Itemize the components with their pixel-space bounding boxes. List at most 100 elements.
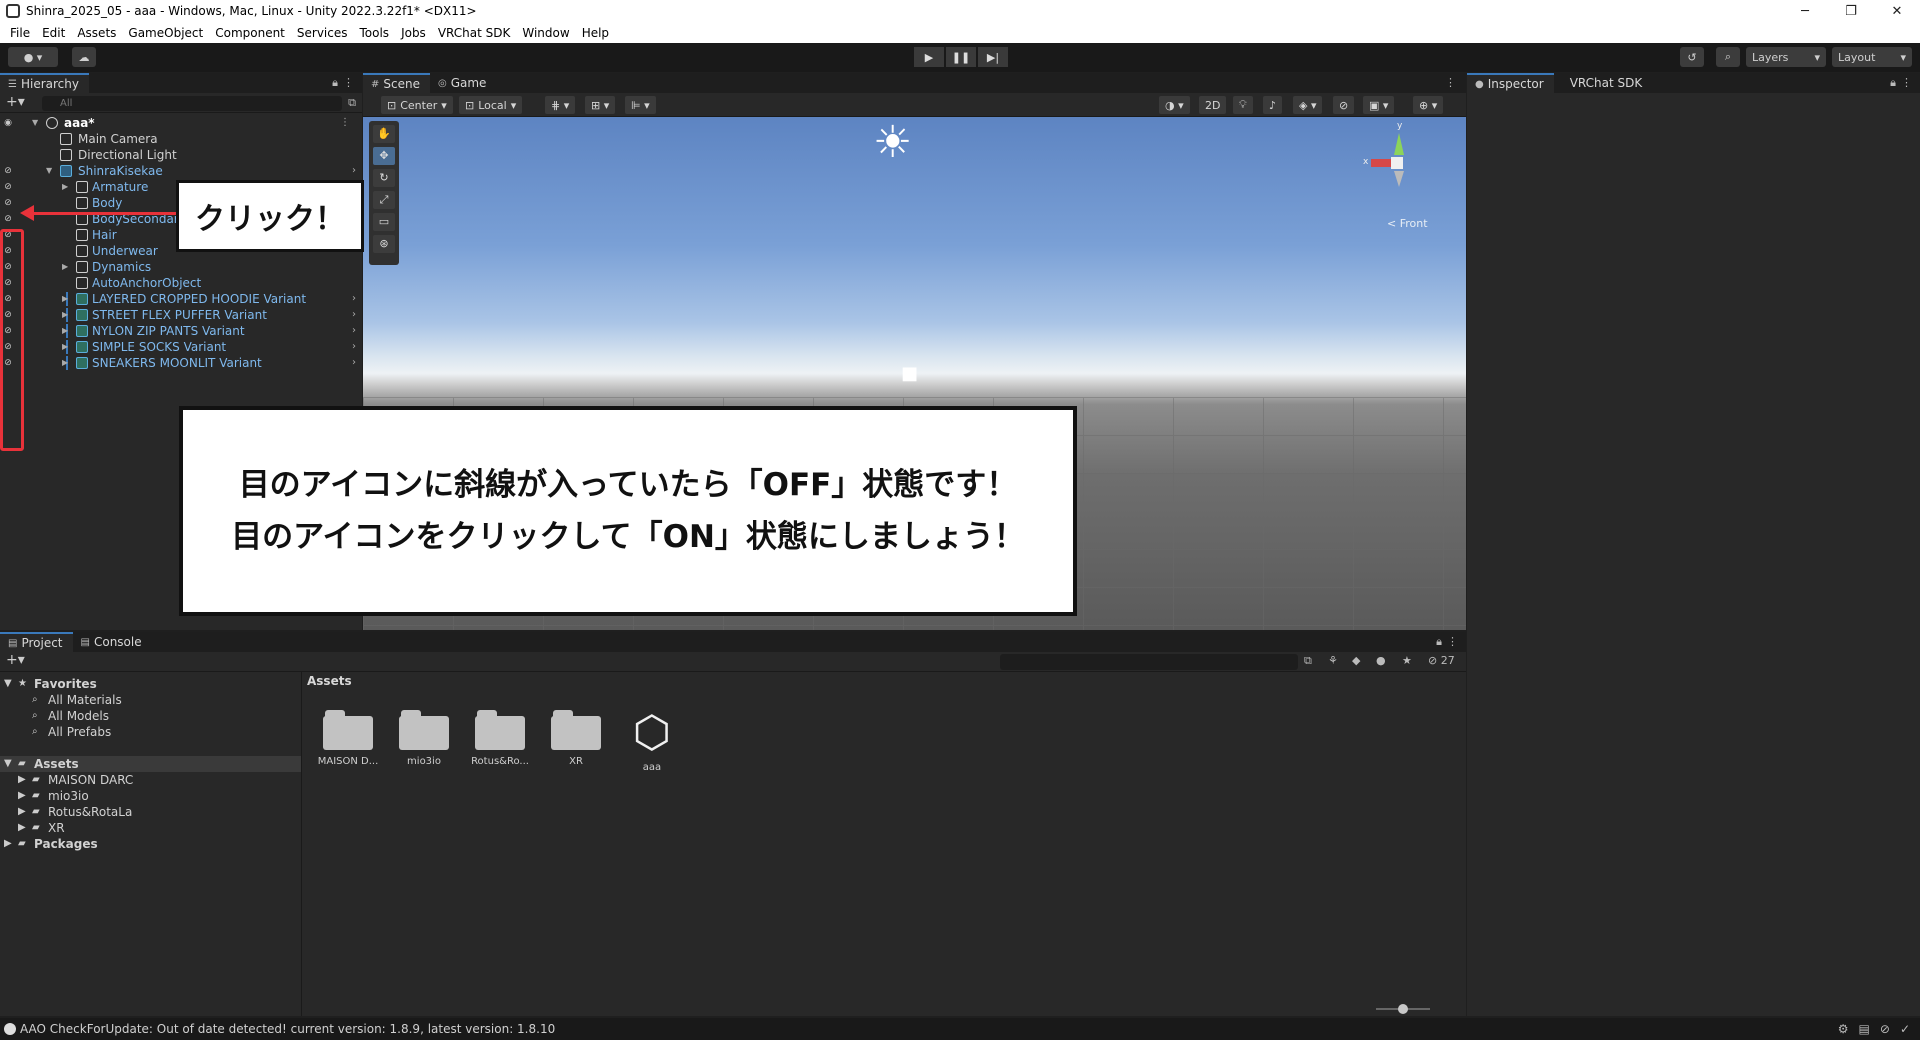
- lock-icon[interactable]: 🔒︎: [332, 76, 338, 90]
- camera-gizmo-icon[interactable]: ■: [901, 363, 918, 384]
- favorite-icon[interactable]: ★: [1402, 654, 1412, 667]
- menu-file[interactable]: File: [4, 26, 36, 40]
- eye-icon[interactable]: ◉: [2, 117, 14, 129]
- asset-tile-mio3io[interactable]: mio3io: [389, 708, 459, 788]
- visibility-icon[interactable]: ⊘: [1333, 96, 1355, 114]
- folder-item-mio3io[interactable]: ▶ ▰ mio3io: [0, 788, 301, 804]
- chevron-right-icon[interactable]: ▶: [4, 836, 12, 852]
- menu-services[interactable]: Services: [291, 26, 354, 40]
- kebab-menu-icon[interactable]: ⋮: [1901, 76, 1912, 89]
- hand-tool-icon[interactable]: ✋: [373, 125, 395, 143]
- close-icon[interactable]: ✕: [1874, 0, 1920, 22]
- menu-gameobject[interactable]: GameObject: [122, 26, 209, 40]
- hierarchy-search-input[interactable]: All: [42, 96, 342, 111]
- menu-component[interactable]: Component: [209, 26, 291, 40]
- asset-tile-rotus[interactable]: Rotus&Ro...: [465, 708, 535, 788]
- kebab-menu-icon[interactable]: ⋮: [340, 115, 350, 131]
- scene-root-row[interactable]: ◉ ▼ aaa* ⋮: [0, 115, 362, 131]
- label-icon[interactable]: ◆: [1352, 654, 1360, 667]
- favorite-item-all-models[interactable]: ⌕ All Models: [0, 708, 301, 724]
- folder-item-rotus[interactable]: ▶ ▰ Rotus&RotaLa: [0, 804, 301, 820]
- tab-scene[interactable]: # Scene: [363, 73, 430, 93]
- filter-icon[interactable]: ⚘: [1328, 654, 1338, 667]
- mode-2d-button[interactable]: 2D: [1199, 96, 1227, 114]
- chevron-right-icon[interactable]: ›: [352, 163, 356, 179]
- chevron-right-icon[interactable]: ▶: [62, 291, 68, 307]
- x-axis-icon[interactable]: [1371, 159, 1391, 167]
- grid-snap-button[interactable]: ⋕ ▾: [545, 96, 576, 114]
- project-search-input[interactable]: [1000, 654, 1298, 670]
- chevron-right-icon[interactable]: ▶: [62, 339, 68, 355]
- gizmos-dropdown[interactable]: ⊕ ▾: [1413, 96, 1444, 114]
- hierarchy-item-sneakers-variant[interactable]: ⊘ ▶ SNEAKERS MOONLIT Variant ›: [0, 355, 362, 371]
- minimize-icon[interactable]: ─: [1782, 0, 1828, 22]
- asset-tile-aaa-scene[interactable]: ⬡ aaa: [617, 708, 687, 788]
- view-orientation-label[interactable]: < Front: [1387, 217, 1428, 230]
- debug-icon[interactable]: ⚙: [1838, 1018, 1849, 1040]
- eye-hidden-icon[interactable]: ⊘: [2, 165, 14, 177]
- check-icon[interactable]: ✓: [1900, 1018, 1910, 1040]
- favorite-item-all-prefabs[interactable]: ⌕ All Prefabs: [0, 724, 301, 740]
- scale-tool-icon[interactable]: ⤢: [373, 191, 395, 209]
- chevron-right-icon[interactable]: ▶: [62, 323, 68, 339]
- chevron-down-icon[interactable]: ▼: [32, 115, 38, 131]
- snap-increment-button[interactable]: ⊞ ▾: [585, 96, 616, 114]
- eye-hidden-icon[interactable]: ⊘: [2, 213, 14, 225]
- history-icon[interactable]: ↺: [1680, 47, 1704, 67]
- menu-window[interactable]: Window: [516, 26, 575, 40]
- tab-project[interactable]: ▤ Project: [0, 632, 73, 652]
- eye-hidden-icon[interactable]: ⊘: [2, 181, 14, 193]
- draw-mode-dropdown[interactable]: ◑ ▾: [1159, 96, 1190, 114]
- chevron-right-icon[interactable]: ▶: [18, 788, 26, 804]
- effects-dropdown[interactable]: ◈ ▾: [1293, 96, 1323, 114]
- hierarchy-item-directional-light[interactable]: Directional Light: [0, 147, 362, 163]
- chevron-down-icon[interactable]: ▼: [46, 163, 52, 179]
- hierarchy-item-autoanchorobject[interactable]: ⊘ AutoAnchorObject: [0, 275, 362, 291]
- add-button[interactable]: +▾: [6, 652, 25, 668]
- step-button[interactable]: ▶|: [978, 47, 1008, 67]
- search-icon[interactable]: ⌕: [1716, 47, 1740, 67]
- kebab-menu-icon[interactable]: ⋮: [343, 76, 354, 89]
- chevron-right-icon[interactable]: ›: [352, 339, 356, 355]
- pivot-space-dropdown[interactable]: ⊡ Local ▾: [459, 96, 523, 114]
- network-icon[interactable]: ⊘: [1880, 1018, 1890, 1040]
- add-button[interactable]: +▾: [6, 94, 25, 110]
- tab-inspector[interactable]: ● Inspector: [1467, 73, 1554, 93]
- favorites-row[interactable]: ▼ ★ Favorites: [0, 676, 301, 692]
- ruler-icon[interactable]: ⊫ ▾: [625, 96, 656, 114]
- chevron-right-icon[interactable]: ▶: [62, 307, 68, 323]
- menu-assets[interactable]: Assets: [71, 26, 122, 40]
- kebab-menu-icon[interactable]: ⋮: [1445, 76, 1456, 89]
- chevron-right-icon[interactable]: ›: [352, 323, 356, 339]
- z-axis-icon[interactable]: [1394, 171, 1404, 187]
- account-button[interactable]: ● ▾: [8, 47, 58, 67]
- chevron-right-icon[interactable]: ▶: [62, 259, 68, 275]
- lock-icon[interactable]: 🔒︎: [1436, 635, 1442, 649]
- chevron-right-icon[interactable]: ▶: [62, 179, 68, 195]
- assets-breadcrumb[interactable]: Assets: [307, 674, 352, 688]
- chevron-right-icon[interactable]: ▶: [62, 355, 68, 371]
- status-message[interactable]: AAO CheckForUpdate: Out of date detected…: [20, 1022, 555, 1036]
- tab-game[interactable]: ◎ Game: [430, 73, 496, 93]
- layout-dropdown[interactable]: Layout ▾: [1832, 47, 1912, 67]
- hierarchy-item-socks-variant[interactable]: ⊘ ▶ SIMPLE SOCKS Variant ›: [0, 339, 362, 355]
- folder-item-maison-darc[interactable]: ▶ ▰ MAISON DARC: [0, 772, 301, 788]
- tab-console[interactable]: ▤ Console: [73, 632, 152, 652]
- y-axis-icon[interactable]: [1394, 133, 1404, 155]
- zoom-slider-handle[interactable]: [1398, 1004, 1408, 1014]
- chevron-right-icon[interactable]: ▶: [18, 804, 26, 820]
- hidden-packages-icon[interactable]: ⊘ 27: [1428, 654, 1455, 667]
- pivot-center-dropdown[interactable]: ⊡ Center ▾: [381, 96, 453, 114]
- audio-icon[interactable]: ♪: [1263, 96, 1283, 114]
- eye-hidden-icon[interactable]: ⊘: [2, 197, 14, 209]
- scene-search-icon[interactable]: ⧉: [348, 96, 356, 110]
- lock-icon[interactable]: 🔒︎: [1890, 76, 1896, 90]
- rotate-tool-icon[interactable]: ↻: [373, 169, 395, 187]
- asset-tile-maison-darc[interactable]: MAISON D...: [313, 708, 383, 788]
- asset-tile-xr[interactable]: XR: [541, 708, 611, 788]
- move-tool-icon[interactable]: ✥: [373, 147, 395, 165]
- menu-jobs[interactable]: Jobs: [395, 26, 432, 40]
- chevron-right-icon[interactable]: ›: [352, 355, 356, 371]
- directional-light-icon[interactable]: ☀: [873, 117, 912, 168]
- menu-vrchat-sdk[interactable]: VRChat SDK: [432, 26, 517, 40]
